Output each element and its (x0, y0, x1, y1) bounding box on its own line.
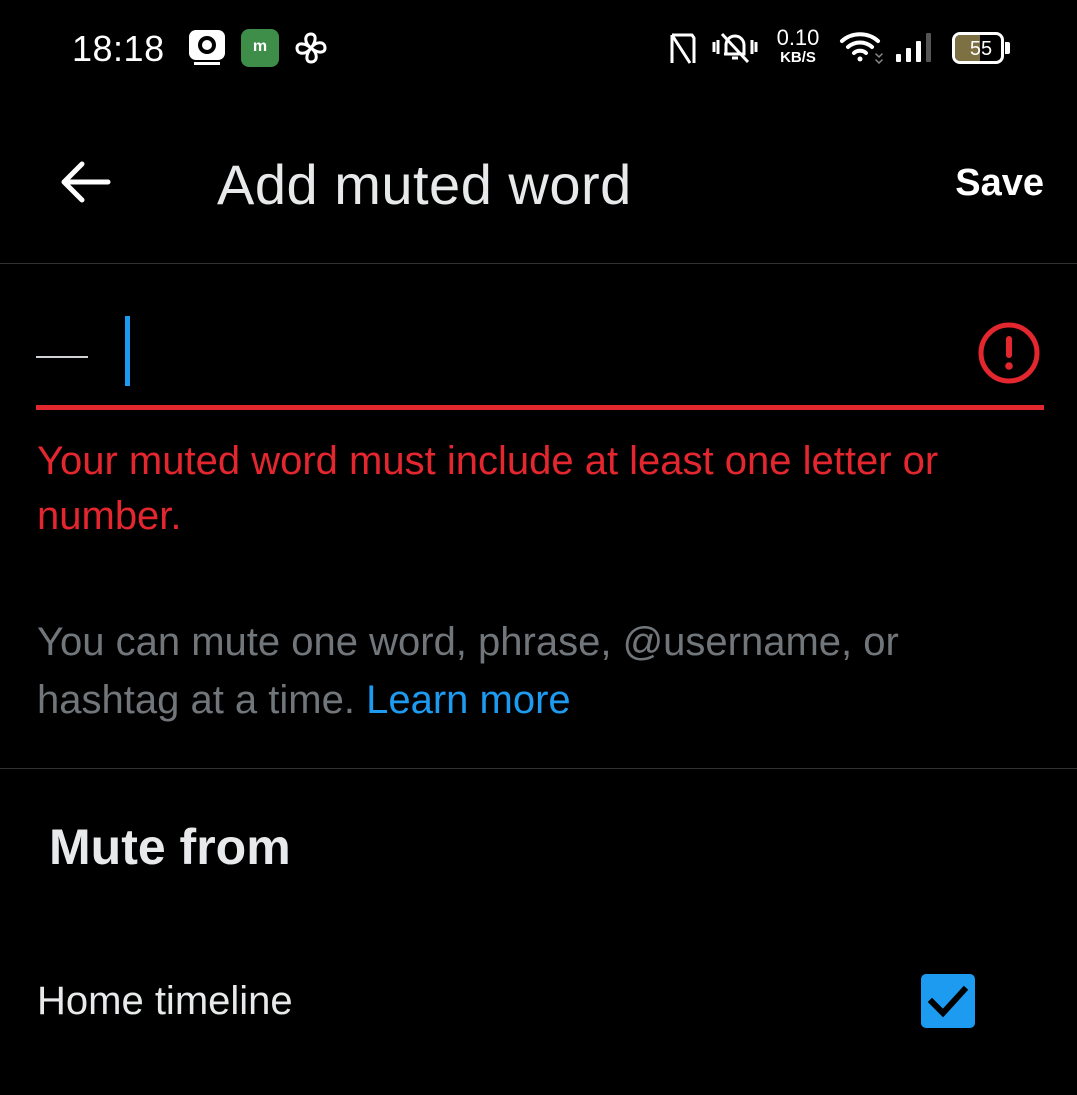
nfc-icon (668, 32, 698, 76)
exclamation-circle-icon (976, 320, 1042, 386)
page-title: Add muted word (217, 153, 632, 216)
arrow-left-icon (61, 161, 111, 203)
text-caret (125, 316, 130, 386)
typed-dash (36, 356, 88, 358)
battery-icon: 55 (952, 32, 1010, 64)
add-muted-word-screen: 18:18 m 0.10 KB/S 55 Add muted word Save… (0, 0, 1077, 1095)
status-bar: 18:18 m 0.10 KB/S 55 (0, 0, 1077, 100)
muted-word-input[interactable] (36, 320, 966, 390)
section-divider (0, 768, 1077, 769)
status-time: 18:18 (72, 28, 165, 69)
checkmark-icon (927, 985, 969, 1018)
fan-icon (292, 29, 330, 67)
network-speed-unit: KB/S (780, 49, 816, 66)
vibrate-icon (710, 30, 760, 74)
network-speed: 0.10 KB/S (774, 27, 822, 71)
back-button[interactable] (52, 154, 116, 210)
mute-from-heading: Mute from (49, 819, 291, 875)
option-label: Home timeline (37, 979, 293, 1023)
philips-icon (188, 29, 226, 67)
battery-body: 55 (952, 32, 1004, 64)
error-message: Your muted word must include at least on… (37, 439, 939, 538)
muted-word-field (36, 300, 1044, 412)
signal-icon (894, 30, 936, 74)
hint-text: You can mute one word, phrase, @username… (37, 613, 1047, 729)
battery-level: 55 (969, 38, 993, 60)
save-button[interactable]: Save (955, 162, 1044, 205)
network-speed-value: 0.10 (776, 25, 820, 50)
learn-more-link[interactable]: Learn more (366, 678, 571, 722)
m-app-icon: m (241, 29, 279, 67)
input-underline (36, 405, 1044, 410)
wifi-icon (838, 30, 884, 74)
home-timeline-checkbox[interactable] (921, 974, 975, 1028)
battery-tip (1005, 42, 1010, 54)
option-home-timeline[interactable]: Home timeline (0, 950, 1077, 1054)
header: Add muted word Save (0, 110, 1077, 264)
